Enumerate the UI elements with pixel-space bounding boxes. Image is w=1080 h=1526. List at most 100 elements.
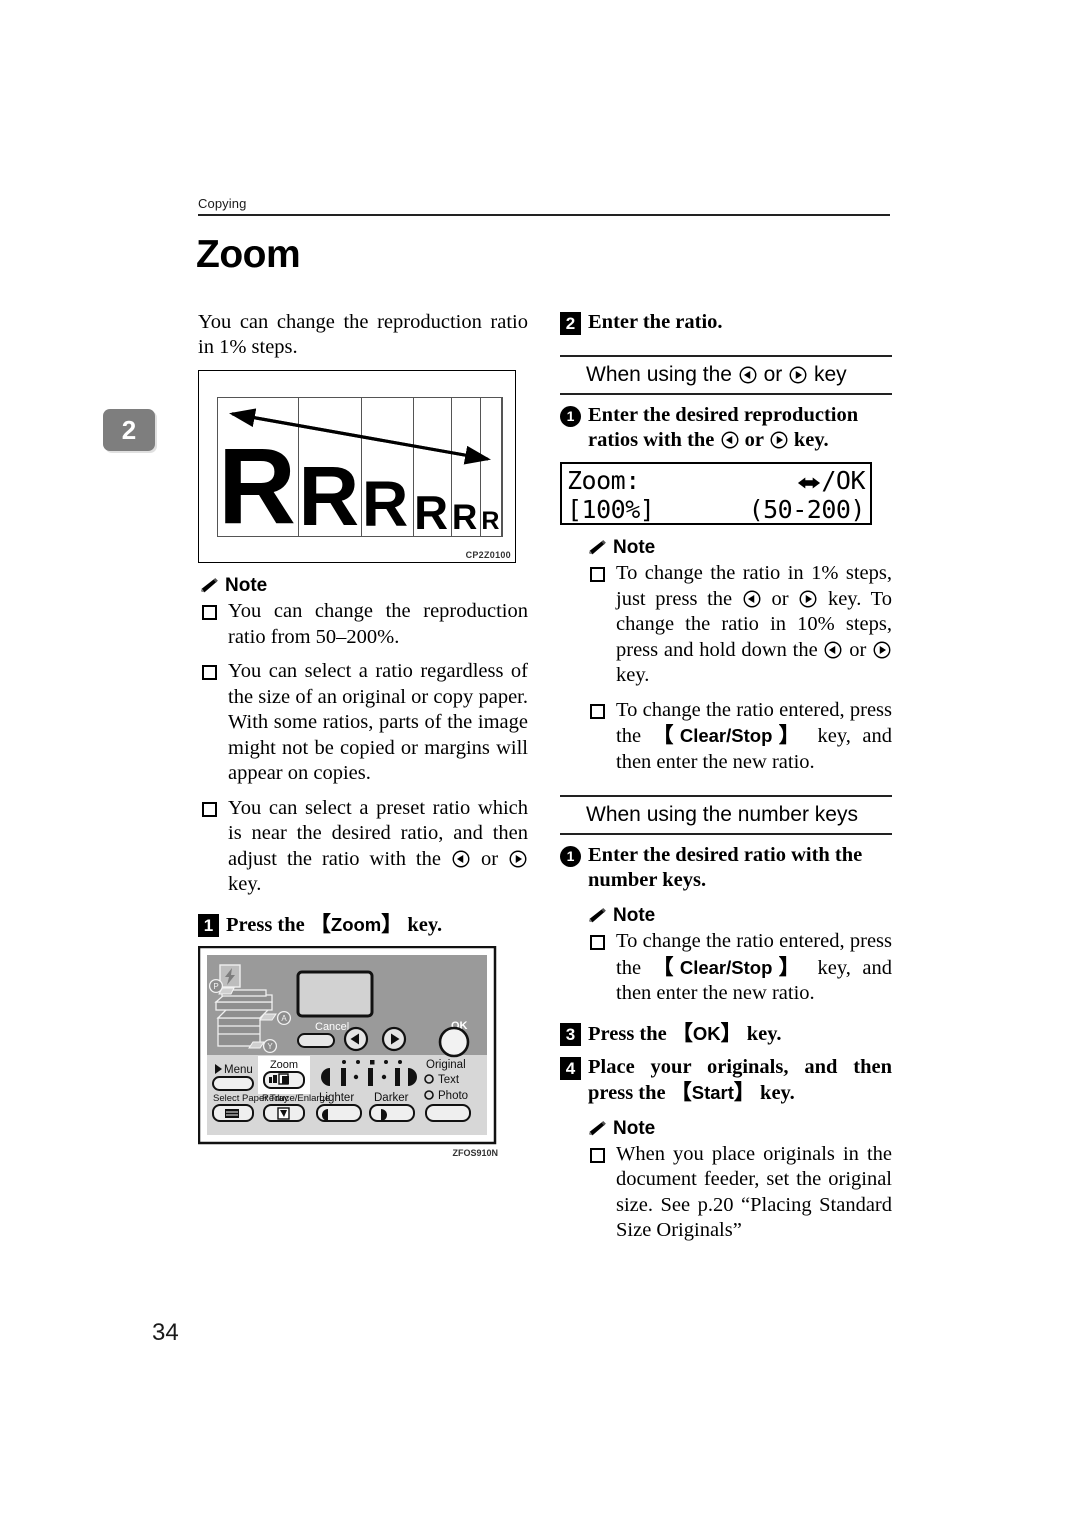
substep-text-middle: or (739, 429, 769, 451)
svg-text:Menu: Menu (224, 1064, 253, 1076)
note-text-after: key. (228, 873, 262, 895)
lcd-row-bottom: [100%] (50-200) (567, 495, 866, 524)
bracket-open: 【 (652, 723, 680, 747)
subsection-text-middle: or (757, 363, 789, 386)
subsection-number-keys: When using the number keys (560, 795, 892, 835)
note-label: Note (225, 575, 268, 596)
chapter-tab: 2 (103, 409, 155, 451)
clear-stop-key-label: Clear/Stop (679, 725, 773, 746)
svg-text:Original: Original (426, 1059, 466, 1071)
svg-text:Y: Y (267, 1042, 273, 1051)
bracket-open: 【 (671, 1020, 693, 1045)
ok-key-label: OK (692, 1022, 721, 1044)
clear-stop-key-label: Clear/Stop (679, 956, 773, 978)
figure-diagonal-arrow (229, 408, 491, 465)
bracket-open: 【 (670, 1079, 692, 1104)
substep-text: Enter the desired reproduction ratios wi… (588, 403, 892, 453)
right-column: 2 Enter the ratio. When using the or key… (560, 310, 892, 1244)
svg-text:Photo: Photo (438, 1090, 468, 1102)
right-arrow-key-icon (789, 366, 807, 384)
subsection-text-before: When using the (586, 363, 738, 386)
subsection-heading: When using the or key (586, 362, 892, 388)
lcd-row-top: Zoom: /OK (567, 466, 865, 495)
subsection-arrow-keys: When using the or key (560, 355, 892, 395)
left-arrow-key-icon (743, 590, 761, 607)
control-panel-figure: P A Y Cancel OK Menu Zoom Select Paper T… (197, 945, 498, 1158)
note-label: Note (613, 1117, 656, 1139)
subsection-heading: When using the number keys (586, 803, 858, 826)
step-text-after: key. (741, 1022, 782, 1045)
bracket-open: 【 (309, 911, 331, 936)
note-label: Note (613, 537, 656, 558)
note-heading: Note (586, 1118, 892, 1140)
note-heading: Note (586, 905, 892, 927)
step-text: Place your originals, and then press the… (588, 1055, 892, 1106)
bracket-close: 】 (772, 723, 807, 747)
left-arrow-key-icon (452, 850, 470, 867)
note-item: When you place originals in the document… (586, 1142, 892, 1244)
right-arrow-key-icon (799, 590, 817, 607)
substep-number: 1 (560, 846, 581, 867)
note-label: Note (613, 905, 656, 926)
note-list: When you place originals in the document… (586, 1142, 892, 1244)
step-number: 4 (560, 1056, 581, 1080)
step-3: 3 Press the 【OK】 key. (560, 1021, 892, 1047)
note-item: You can select a preset ratio which is n… (198, 796, 528, 898)
svg-text:Zoom: Zoom (270, 1059, 298, 1071)
right-arrow-key-icon (509, 850, 527, 867)
step-text: Press the 【Zoom】 key. (226, 912, 442, 938)
intro-paragraph: You can change the reproduction ratio in… (198, 311, 528, 358)
step-text-before: Press the (226, 913, 310, 936)
right-arrow-key-icon (873, 641, 891, 658)
svg-text:Lighter: Lighter (319, 1092, 354, 1104)
lcd-hint-text: /OK (821, 466, 865, 495)
lcd-range: (50-200) (748, 495, 866, 524)
note-list: To change the ratio entered, press the 【… (586, 929, 892, 1007)
header-divider (198, 214, 890, 216)
step-number: 3 (560, 1022, 581, 1046)
step-number: 1 (198, 913, 219, 937)
running-header: Copying (198, 196, 890, 216)
note-item: To change the ratio in 1% steps, just pr… (586, 561, 892, 689)
note-heading: Note (586, 537, 892, 559)
note-part: or (843, 638, 872, 661)
lcd-label: Zoom: (567, 466, 640, 495)
lcd-hint: /OK (797, 466, 865, 495)
note-item: You can change the reproduction ratio fr… (198, 599, 528, 650)
running-header-label: Copying (198, 196, 247, 211)
svg-text:Cancel: Cancel (315, 1021, 349, 1033)
note-item: To change the ratio entered, press the 【… (586, 698, 892, 776)
note-part: key. (616, 664, 650, 686)
left-arrow-key-icon (721, 431, 738, 449)
lcd-display: Zoom: /OK [100%] (50-200) (560, 462, 872, 525)
bracket-close: 】 (733, 1079, 755, 1104)
note-part: or (761, 587, 799, 610)
zoom-ratio-figure-grid: R R R R R R (217, 397, 503, 537)
substep-text-after: key. (788, 429, 829, 451)
chapter-tab-number: 2 (121, 415, 137, 445)
substep-text: Enter the desired ratio with the number … (588, 844, 863, 891)
zoom-ratio-figure: R R R R R R CP2Z0100 (198, 370, 516, 563)
pencil-icon (589, 1120, 606, 1135)
substep-2: 1 Enter the desired ratio with the numbe… (560, 843, 892, 893)
pencil-icon (589, 540, 606, 555)
bracket-close: 】 (720, 1020, 742, 1045)
pencil-icon (589, 908, 606, 923)
step-text-after: key. (754, 1081, 795, 1104)
step-text-before: Press the (588, 1022, 672, 1045)
step-text: Enter the ratio. (588, 311, 723, 333)
note-list: To change the ratio in 1% steps, just pr… (586, 561, 892, 775)
zoom-key-label: Zoom (330, 913, 382, 935)
note-item: To change the ratio entered, press the 【… (586, 929, 892, 1007)
left-column: You can change the reproduction ratio in… (197, 310, 528, 1158)
subsection-text-after: key (808, 363, 847, 386)
note-item: You can select a ratio regardless of the… (198, 659, 528, 787)
svg-text:Text: Text (438, 1074, 460, 1086)
step-2: 2 Enter the ratio. (560, 310, 892, 335)
pencil-icon (201, 578, 218, 593)
svg-text:P: P (213, 982, 218, 991)
note-heading: Note (198, 575, 528, 597)
page-title: Zoom (196, 233, 301, 276)
left-arrow-key-icon (739, 366, 757, 384)
step-1: 1 Press the 【Zoom】 key. (198, 912, 528, 938)
